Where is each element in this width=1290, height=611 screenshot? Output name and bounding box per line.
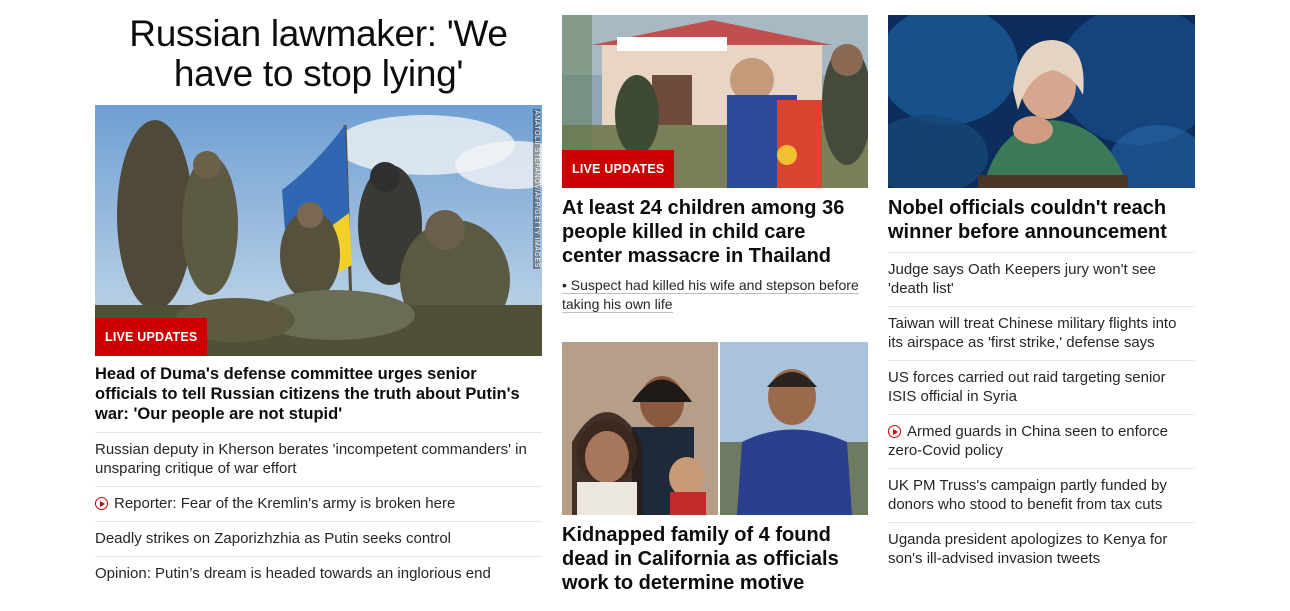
live-updates-badge: LIVE UPDATES [562,150,675,188]
image-credit: ANATOLII STEPANOV/AFP/GETTY IMAGES [533,109,540,269]
list-item[interactable]: Armed guards in China seen to enforce ze… [888,414,1195,468]
lead-story-column: Russian lawmaker: 'We have to stop lying… [95,0,542,591]
nobel-story-headline[interactable]: Nobel officials couldn't reach winner be… [888,196,1195,244]
link-text[interactable]: US forces carried out raid targeting sen… [888,369,1166,405]
list-item[interactable]: Uganda president apologizes to Kenya for… [888,522,1195,576]
california-story-image[interactable] [562,342,868,515]
link-text[interactable]: Opinion: Putin’s dream is headed towards… [95,565,491,582]
california-story-headline[interactable]: Kidnapped family of 4 found dead in Cali… [562,523,868,595]
link-text[interactable]: Deadly strikes on Zaporizhzhia as Putin … [95,530,451,547]
right-column: Nobel officials couldn't reach winner be… [888,0,1195,576]
link-text[interactable]: UK PM Truss's campaign partly funded by … [888,477,1167,513]
link-text[interactable]: Armed guards in China seen to enforce ze… [888,423,1168,459]
link-text[interactable]: Taiwan will treat Chinese military fligh… [888,315,1176,351]
list-item[interactable]: Russian deputy in Kherson berates 'incom… [95,432,542,486]
link-text[interactable]: Uganda president apologizes to Kenya for… [888,531,1167,567]
family-photo [562,342,868,515]
list-item[interactable]: Reporter: Fear of the Kremlin's army is … [95,486,542,521]
list-item[interactable]: US forces carried out raid targeting sen… [888,360,1195,414]
right-related-links: Judge says Oath Keepers jury won't see '… [888,252,1195,576]
middle-column: LIVE UPDATES At least 24 children among … [562,0,868,603]
lead-related-links: Russian deputy in Kherson berates 'incom… [95,432,542,591]
play-video-icon [888,425,901,438]
list-item[interactable]: Opinion: Putin’s dream is headed towards… [95,556,542,591]
live-updates-badge: LIVE UPDATES [95,318,208,356]
link-text[interactable]: Russian deputy in Kherson berates 'incom… [95,441,527,477]
link-text[interactable]: Judge says Oath Keepers jury won't see '… [888,261,1156,297]
lead-story-title[interactable]: Russian lawmaker: 'We have to stop lying… [95,14,542,94]
thailand-story-image[interactable]: LIVE UPDATES [562,15,868,188]
list-item[interactable]: Taiwan will treat Chinese military fligh… [888,306,1195,360]
nobel-winner-photo [888,15,1195,188]
lead-story-image[interactable]: ANATOLII STEPANOV/AFP/GETTY IMAGES LIVE … [95,105,542,356]
list-item[interactable]: UK PM Truss's campaign partly funded by … [888,468,1195,522]
lead-story-headline[interactable]: Head of Duma's defense committee urges s… [95,364,542,424]
list-item[interactable]: Deadly strikes on Zaporizhzhia as Putin … [95,521,542,556]
play-video-icon [95,497,108,510]
thailand-story-bullet[interactable]: • Suspect had killed his wife and stepso… [562,276,868,314]
link-text[interactable]: Reporter: Fear of the Kremlin's army is … [114,495,455,512]
thailand-story-headline[interactable]: At least 24 children among 36 people kil… [562,196,868,268]
list-item[interactable]: Judge says Oath Keepers jury won't see '… [888,252,1195,306]
nobel-story-image[interactable] [888,15,1195,188]
